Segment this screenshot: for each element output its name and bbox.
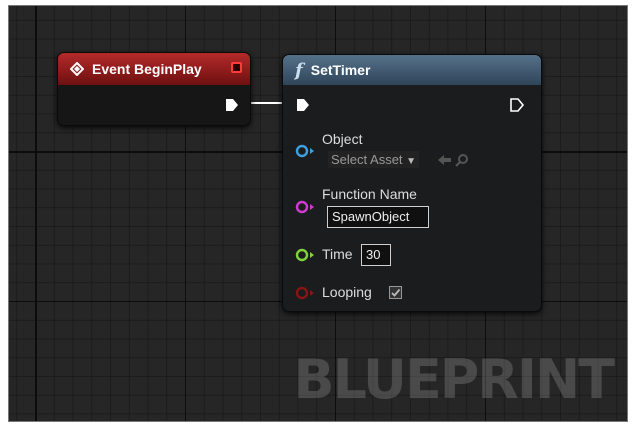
event-node-title: Event BeginPlay [92,61,202,77]
chevron-down-icon: ▼ [406,156,417,167]
looping-pin-label: Looping [322,284,372,300]
looping-pin-icon[interactable] [295,286,315,300]
function-name-input[interactable]: SpawnObject [327,206,429,228]
time-pin-icon[interactable] [295,248,315,262]
checkmark-icon [391,288,401,297]
exec-in-pin-icon[interactable] [295,97,311,113]
function-node-header[interactable]: f SetTimer [283,55,541,85]
function-name-pin-icon[interactable] [295,200,315,214]
select-asset-dropdown[interactable]: Select Asset ▼ [328,151,420,168]
event-beginplay-node[interactable]: Event BeginPlay [57,52,251,126]
blueprint-graph-canvas[interactable]: BLUEPRINT Event BeginPlay f SetTimer Obj… [8,5,628,422]
function-node-title: SetTimer [310,62,371,78]
exec-out-pin-icon[interactable] [224,97,240,113]
browse-search-icon[interactable] [455,153,469,167]
function-name-pin-label: Function Name [322,186,417,202]
time-input[interactable]: 30 [361,244,391,266]
event-node-header[interactable]: Event BeginPlay [58,53,250,85]
event-diamond-icon [70,62,84,76]
settimer-function-node[interactable]: f SetTimer Object Select Asset ▼ Functio… [282,54,542,312]
use-selected-arrow-icon[interactable] [438,154,452,166]
function-icon: f [295,59,303,81]
object-pin-icon[interactable] [295,144,315,158]
time-pin-label: Time [322,246,353,262]
select-asset-label: Select Asset [331,152,403,167]
delegate-pin-icon[interactable] [231,62,242,73]
looping-checkbox[interactable] [389,286,402,299]
object-pin-label: Object [322,131,363,147]
exec-out-pin-icon[interactable] [509,97,525,113]
